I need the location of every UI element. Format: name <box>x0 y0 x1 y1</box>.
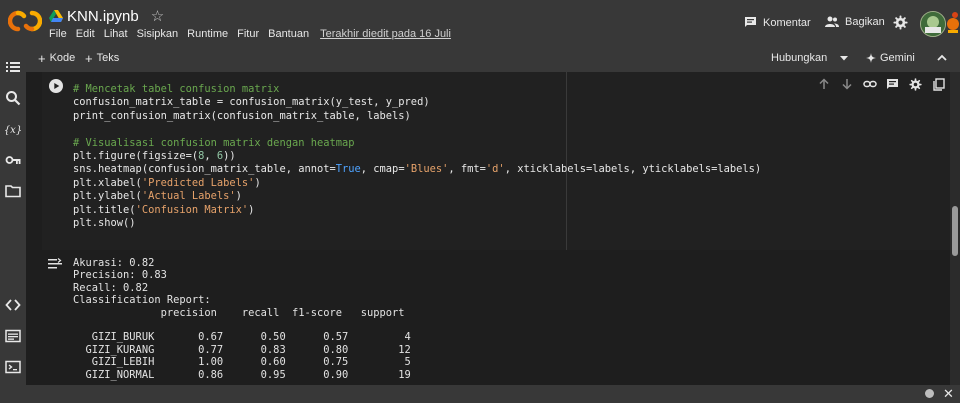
code-line: sns.heatmap(confusion_matrix_table, anno… <box>73 163 762 176</box>
variables-icon[interactable]: {x} <box>5 121 21 137</box>
avatar-decoration-icon <box>947 12 959 33</box>
gemini-sparkle-icon <box>866 53 876 63</box>
code-line: confusion_matrix_table = confusion_matri… <box>73 96 430 109</box>
code-line: plt.xlabel('Predicted Labels') <box>73 176 261 189</box>
settings-icon[interactable] <box>904 76 927 92</box>
connect-button[interactable]: Hubungkan <box>771 52 849 64</box>
left-sidebar: {x} <box>0 46 26 403</box>
code-line: # Visualisasi confusion matrix dengan he… <box>73 136 355 149</box>
menu-runtime[interactable]: Runtime <box>187 28 228 40</box>
notebook-content: # Mencetak tabel confusion matrix confus… <box>26 72 960 385</box>
status-indicator-icon[interactable] <box>925 389 934 398</box>
toc-icon[interactable] <box>5 59 21 75</box>
link-icon[interactable] <box>858 76 881 92</box>
menu-bar: File Edit Lihat Sisipkan Runtime Fitur B… <box>49 28 460 40</box>
run-cell-button[interactable] <box>49 79 63 93</box>
comment-label: Komentar <box>763 16 811 29</box>
code-line: plt.ylabel('Actual Labels') <box>73 190 242 203</box>
gemini-button[interactable]: Gemini <box>866 52 915 64</box>
star-icon[interactable]: ☆ <box>151 9 164 24</box>
scrollbar-thumb[interactable] <box>952 206 958 256</box>
menu-file[interactable]: File <box>49 28 67 40</box>
gemini-label: Gemini <box>880 52 915 64</box>
vertical-scrollbar[interactable] <box>950 72 960 385</box>
code-line: plt.title('Confusion Matrix') <box>73 203 255 216</box>
comment-button[interactable]: Komentar <box>744 16 811 29</box>
code-editor[interactable]: # Mencetak tabel confusion matrix confus… <box>42 72 960 250</box>
plus-icon: + <box>85 50 93 66</box>
secrets-key-icon[interactable] <box>5 152 21 168</box>
output-line: precision recall f1-score support <box>73 306 405 319</box>
add-code-button[interactable]: + Kode <box>38 50 76 66</box>
command-palette-icon[interactable] <box>5 328 21 344</box>
comment-icon[interactable] <box>881 76 904 92</box>
add-text-button[interactable]: + Teks <box>85 50 120 66</box>
cell-output: Akurasi: 0.82 Precision: 0.83 Recall: 0.… <box>42 250 950 385</box>
avatar-image <box>921 12 945 36</box>
code-line: # Mencetak tabel confusion matrix <box>73 83 280 95</box>
mirror-cell-icon[interactable] <box>927 76 950 92</box>
menu-edit[interactable]: Edit <box>76 28 95 40</box>
move-down-icon[interactable] <box>835 76 858 92</box>
menu-tools[interactable]: Fitur <box>237 28 259 40</box>
svg-text:{x}: {x} <box>5 125 21 136</box>
status-bar: ✕ <box>0 385 960 403</box>
output-line: Classification Report: <box>73 294 211 307</box>
output-line: Precision: 0.83 <box>73 269 167 282</box>
connect-label: Hubungkan <box>771 52 828 64</box>
files-folder-icon[interactable] <box>5 183 21 199</box>
menu-view[interactable]: Lihat <box>104 28 128 40</box>
code-snippets-icon[interactable] <box>5 297 21 313</box>
output-line: Akurasi: 0.82 <box>73 257 155 269</box>
plus-icon: + <box>38 50 46 66</box>
move-up-icon[interactable] <box>812 76 835 92</box>
user-avatar[interactable] <box>920 11 946 37</box>
notebook-title[interactable]: KNN.ipynb <box>67 8 139 25</box>
code-line: print_confusion_matrix(confusion_matrix_… <box>73 109 411 122</box>
top-bar: KNN.ipynb ☆ File Edit Lihat Sisipkan Run… <box>0 0 960 46</box>
terminal-icon[interactable] <box>5 359 21 375</box>
last-edit-link[interactable]: Terakhir diedit pada 16 Juli <box>320 28 451 40</box>
output-toggle-icon[interactable] <box>48 258 62 270</box>
close-icon[interactable]: ✕ <box>943 387 954 400</box>
add-code-label: Kode <box>49 52 76 64</box>
chevron-up-icon[interactable] <box>936 52 948 64</box>
google-drive-icon <box>49 10 63 22</box>
people-icon <box>825 16 839 27</box>
output-text: Akurasi: 0.82 Precision: 0.83 Recall: 0.… <box>73 257 411 381</box>
comment-icon <box>745 17 756 27</box>
menu-insert[interactable]: Sisipkan <box>137 28 179 40</box>
notebook-toolbar: + Kode + Teks Hubungkan Gemini <box>26 46 960 73</box>
output-line: GIZI_KURANG 0.77 0.83 0.80 12 <box>73 343 411 356</box>
cell-toolbar <box>812 76 960 92</box>
code-line: plt.figure(figsize=(8, 6)) <box>73 150 236 163</box>
settings-gear-icon[interactable] <box>893 15 908 30</box>
add-text-label: Teks <box>96 52 120 64</box>
search-icon[interactable] <box>5 90 21 106</box>
output-line: Recall: 0.82 <box>73 281 149 294</box>
output-line: GIZI_BURUK 0.67 0.50 0.57 4 <box>73 331 411 344</box>
colab-logo-icon[interactable] <box>8 10 42 32</box>
share-label: Bagikan <box>845 16 885 28</box>
output-line: GIZI_LEBIH 1.00 0.60 0.75 5 <box>73 356 411 369</box>
code-text[interactable]: # Mencetak tabel confusion matrix confus… <box>73 83 761 230</box>
title-row: KNN.ipynb ☆ <box>49 7 164 25</box>
code-line: plt.show() <box>73 217 136 230</box>
menu-help[interactable]: Bantuan <box>268 28 309 40</box>
code-cell[interactable]: # Mencetak tabel confusion matrix confus… <box>42 72 960 250</box>
chevron-down-icon[interactable] <box>839 53 849 63</box>
output-line: GIZI_NORMAL 0.86 0.95 0.90 19 <box>73 368 411 381</box>
share-button[interactable]: Bagikan <box>825 16 885 28</box>
